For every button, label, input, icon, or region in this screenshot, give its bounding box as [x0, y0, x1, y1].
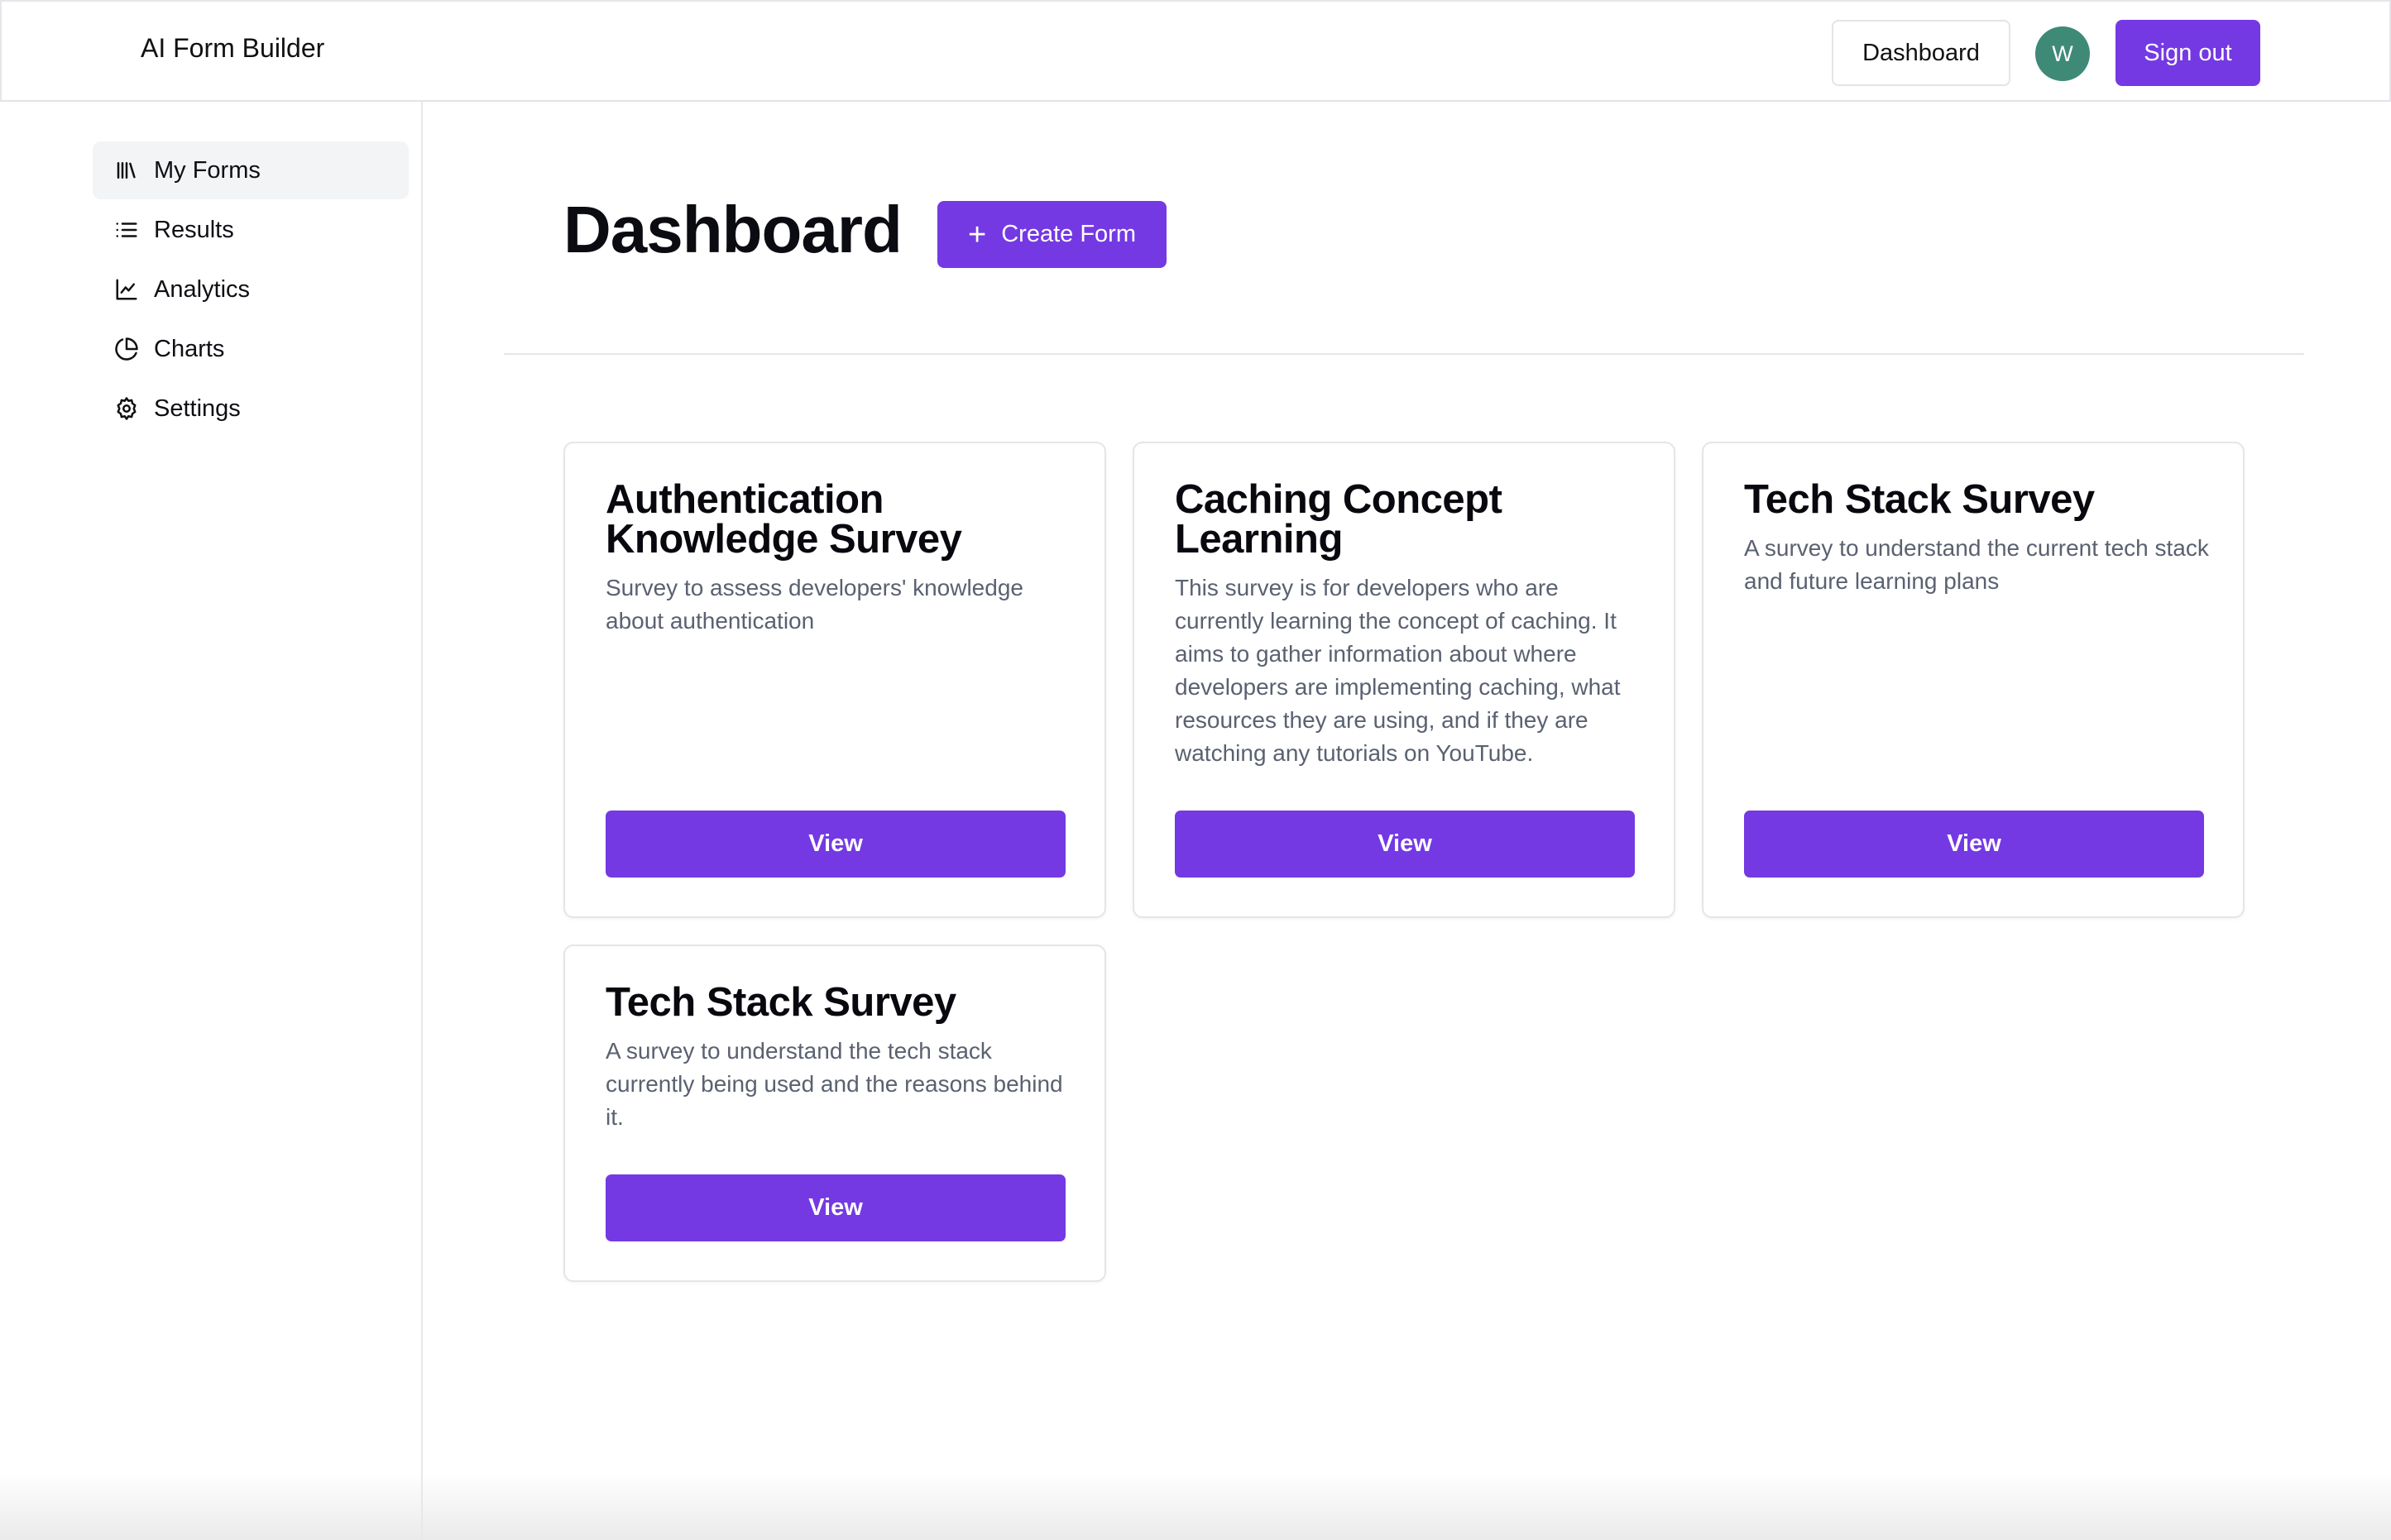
view-button[interactable]: View — [1175, 811, 1635, 878]
card-title: Tech Stack Survey — [1744, 477, 2095, 522]
avatar[interactable]: W — [2035, 26, 2090, 81]
sidebar: My Forms Results Analytics Charts Settin… — [0, 102, 423, 1540]
form-card: Authentication Knowledge Survey Survey t… — [563, 442, 1106, 918]
form-card: Caching Concept Learning This survey is … — [1133, 442, 1675, 918]
sidebar-item-analytics[interactable]: Analytics — [93, 261, 409, 318]
create-form-button[interactable]: + Create Form — [937, 201, 1167, 268]
card-description: This survey is for developers who are cu… — [1175, 575, 1621, 766]
sidebar-item-results[interactable]: Results — [93, 201, 409, 259]
page-title: Dashboard — [563, 193, 903, 266]
sidebar-item-my-forms[interactable]: My Forms — [93, 141, 409, 199]
create-form-label: Create Form — [1001, 221, 1136, 247]
dashboard-button[interactable]: Dashboard — [1832, 20, 2010, 86]
card-title: Caching Concept Learning — [1175, 477, 1502, 562]
divider — [504, 353, 2304, 355]
sidebar-item-label: My Forms — [154, 156, 261, 184]
brand-name[interactable]: AI Form Builder — [141, 33, 324, 64]
line-chart-icon — [114, 277, 139, 302]
sidebar-item-label: Charts — [154, 335, 225, 362]
view-button[interactable]: View — [1744, 811, 2204, 878]
library-icon — [114, 158, 139, 183]
sidebar-item-label: Results — [154, 216, 234, 243]
card-description: A survey to understand the tech stack cu… — [606, 1038, 1063, 1130]
view-button[interactable]: View — [606, 811, 1066, 878]
list-icon — [114, 218, 139, 242]
card-title: Tech Stack Survey — [606, 980, 956, 1025]
sign-out-button[interactable]: Sign out — [2115, 20, 2260, 86]
sidebar-item-label: Settings — [154, 395, 241, 422]
sidebar-item-settings[interactable]: Settings — [93, 380, 409, 438]
card-title: Authentication Knowledge Survey — [606, 477, 962, 562]
sidebar-item-charts[interactable]: Charts — [93, 320, 409, 378]
form-card: Tech Stack Survey A survey to understand… — [563, 945, 1106, 1282]
view-button[interactable]: View — [606, 1174, 1066, 1241]
gear-icon — [114, 396, 139, 421]
pie-chart-icon — [114, 337, 139, 361]
card-description: A survey to understand the current tech … — [1744, 535, 2209, 594]
top-navbar: AI Form Builder Dashboard W Sign out — [0, 0, 2391, 102]
card-description: Survey to assess developers' knowledge a… — [606, 575, 1023, 634]
sidebar-item-label: Analytics — [154, 275, 251, 303]
form-card: Tech Stack Survey A survey to understand… — [1702, 442, 2245, 918]
plus-icon: + — [968, 217, 987, 252]
